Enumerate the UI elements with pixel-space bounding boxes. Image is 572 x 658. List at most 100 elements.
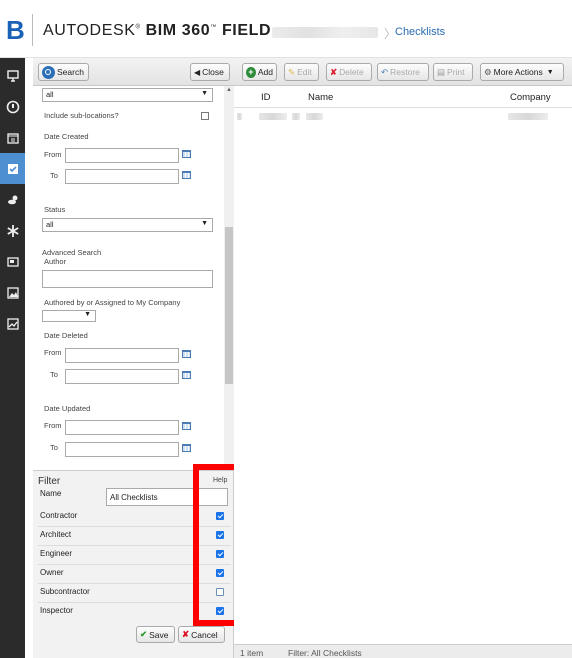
edit-button-label: Edit bbox=[297, 67, 312, 77]
column-name[interactable]: Name bbox=[308, 92, 333, 103]
rail-item-safety[interactable] bbox=[0, 215, 25, 246]
list-column-header: ID Name Company bbox=[234, 86, 572, 108]
scrollbar-thumb[interactable] bbox=[225, 227, 233, 384]
active-filter-status: Filter: All Checklists bbox=[288, 648, 362, 658]
calendar-icon bbox=[6, 132, 19, 144]
pencil-icon: ✎ bbox=[288, 66, 296, 77]
location-select-value: all bbox=[46, 90, 54, 99]
search-button[interactable]: Search bbox=[38, 63, 89, 81]
calendar-picker-icon[interactable] bbox=[182, 371, 191, 379]
rail-item-photos[interactable] bbox=[0, 277, 25, 308]
equipment-icon bbox=[6, 256, 19, 267]
authored-by-select[interactable]: ▼ bbox=[42, 310, 96, 322]
checklist-icon bbox=[7, 163, 18, 174]
author-input[interactable] bbox=[42, 270, 213, 288]
restore-button-label: Restore bbox=[390, 67, 420, 77]
column-company[interactable]: Company bbox=[510, 92, 551, 103]
undo-arrow-icon: ↶ bbox=[381, 66, 389, 77]
save-button-label: Save bbox=[149, 629, 169, 640]
plus-circle-icon: + bbox=[246, 66, 256, 78]
printer-icon: ▤ bbox=[437, 66, 446, 77]
rail-item-issues[interactable] bbox=[0, 91, 25, 122]
date-updated-from-input[interactable] bbox=[65, 420, 179, 435]
checkmark-icon: ✔ bbox=[140, 629, 148, 639]
date-deleted-from-label: From bbox=[44, 348, 62, 357]
gear-icon: ⚙ bbox=[484, 66, 492, 77]
date-created-from-input[interactable] bbox=[65, 148, 179, 163]
bim360-logo: B bbox=[6, 15, 25, 45]
brand-prefix: AUTODESK bbox=[43, 22, 136, 39]
save-button[interactable]: ✔ Save bbox=[136, 626, 175, 643]
date-deleted-to-input[interactable] bbox=[65, 369, 179, 384]
more-actions-label: More Actions bbox=[493, 67, 543, 77]
asterisk-icon bbox=[6, 224, 19, 237]
date-created-label: Date Created bbox=[44, 132, 89, 141]
cancel-button[interactable]: ✘ Cancel bbox=[178, 626, 225, 643]
date-deleted-to-label: To bbox=[50, 370, 58, 379]
chevron-down-icon: ▼ bbox=[546, 68, 554, 76]
chevron-down-icon: ▼ bbox=[201, 90, 208, 97]
scroll-up-arrow-icon[interactable]: ▲ bbox=[226, 87, 232, 93]
calendar-picker-icon[interactable] bbox=[182, 422, 191, 430]
app-header: B AUTODESK® BIM 360™ FIELD 〉 Checklists bbox=[0, 0, 572, 58]
checklist-list-panel: + Add ✎ Edit ✘ Delete ↶ Restore ▤ Print … bbox=[234, 58, 572, 658]
calendar-picker-icon[interactable] bbox=[182, 350, 191, 358]
column-id[interactable]: ID bbox=[261, 92, 271, 103]
logo-divider bbox=[32, 14, 33, 46]
brand-suffix: FIELD bbox=[221, 22, 272, 39]
include-sublocations-label: Include sub-locations? bbox=[44, 111, 119, 120]
rail-item-checklists[interactable] bbox=[0, 153, 25, 184]
cancel-button-label: Cancel bbox=[191, 629, 218, 640]
date-created-to-input[interactable] bbox=[65, 169, 179, 184]
date-deleted-from-input[interactable] bbox=[65, 348, 179, 363]
include-sublocations-checkbox[interactable] bbox=[201, 112, 209, 120]
edit-button[interactable]: ✎ Edit bbox=[284, 63, 319, 81]
add-button[interactable]: + Add bbox=[242, 63, 277, 81]
item-count: 1 item bbox=[240, 648, 264, 658]
calendar-picker-icon[interactable] bbox=[182, 444, 191, 452]
row-cell-redacted bbox=[259, 113, 287, 120]
location-select[interactable]: all ▼ bbox=[42, 88, 213, 102]
author-label: Author bbox=[44, 257, 67, 266]
search-panel: Search ◀ Close all ▼ Include sub-locatio… bbox=[33, 58, 234, 470]
rail-item-weather[interactable] bbox=[0, 184, 25, 215]
status-label: Status bbox=[44, 205, 66, 214]
rail-item-calendar[interactable] bbox=[0, 122, 25, 153]
search-button-label: Search bbox=[57, 67, 84, 77]
project-name-redacted[interactable] bbox=[272, 27, 378, 38]
date-deleted-label: Date Deleted bbox=[44, 331, 88, 340]
status-select[interactable]: all ▼ bbox=[42, 218, 213, 232]
chevron-down-icon: ▼ bbox=[84, 311, 91, 318]
date-updated-to-input[interactable] bbox=[65, 442, 179, 457]
filter-row-engineer-label: Engineer bbox=[40, 549, 73, 558]
x-icon: ✘ bbox=[182, 629, 190, 639]
calendar-picker-icon[interactable] bbox=[182, 171, 191, 179]
search-form-scrollbar[interactable]: ▲ bbox=[224, 86, 234, 470]
restore-button[interactable]: ↶ Restore bbox=[377, 63, 429, 81]
chart-icon bbox=[6, 317, 19, 330]
weather-icon bbox=[7, 195, 17, 204]
row-cell-redacted bbox=[508, 113, 548, 120]
delete-button[interactable]: ✘ Delete bbox=[326, 63, 372, 81]
search-toolbar: Search ◀ Close bbox=[33, 58, 234, 86]
breadcrumb-checklists[interactable]: Checklists bbox=[395, 26, 445, 38]
list-status-bar: 1 item Filter: All Checklists bbox=[234, 644, 572, 658]
status-select-value: all bbox=[46, 220, 54, 229]
rail-item-monitor[interactable] bbox=[0, 60, 25, 91]
rail-item-equipment[interactable] bbox=[0, 246, 25, 277]
calendar-picker-icon[interactable] bbox=[182, 150, 191, 158]
more-actions-button[interactable]: ⚙ More Actions ▼ bbox=[480, 63, 564, 81]
close-button-label: Close bbox=[202, 67, 224, 77]
filter-row-subcontractor-label: Subcontractor bbox=[40, 587, 90, 596]
filter-row-owner-label: Owner bbox=[40, 568, 64, 577]
filter-row-inspector-label: Inspector bbox=[40, 606, 73, 615]
monitor-icon bbox=[6, 69, 19, 82]
close-button[interactable]: ◀ Close bbox=[190, 63, 230, 81]
print-button[interactable]: ▤ Print bbox=[433, 63, 473, 81]
rail-item-reports[interactable] bbox=[0, 308, 25, 339]
product-title: AUTODESK® BIM 360™ FIELD bbox=[43, 22, 272, 39]
advanced-search-heading: Advanced Search bbox=[42, 248, 102, 257]
filter-name-label: Name bbox=[40, 489, 62, 498]
search-icon bbox=[42, 65, 55, 79]
add-button-label: Add bbox=[257, 67, 273, 77]
